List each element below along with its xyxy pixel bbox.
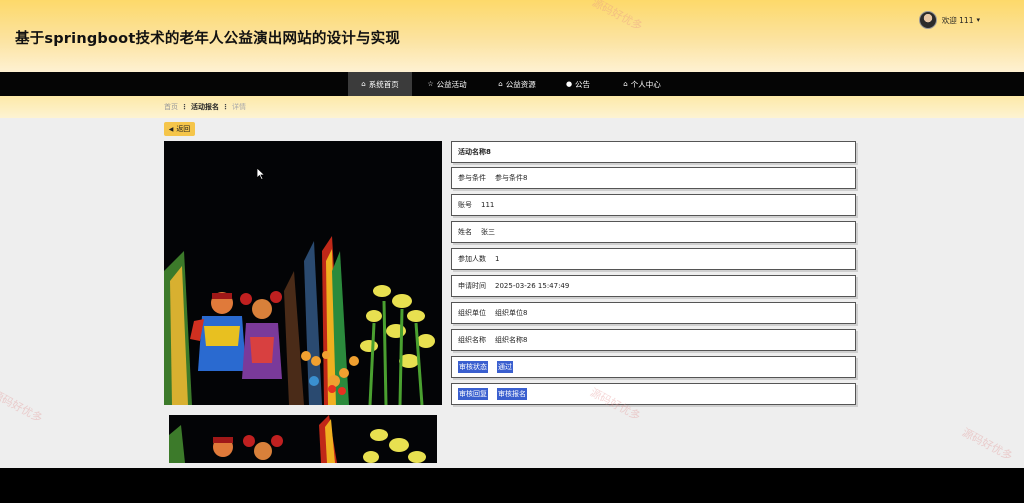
field-value: 审核报名 [497, 388, 527, 400]
field-row: 组织单位 组织单位8 [451, 302, 856, 324]
back-button-label: 返回 [176, 125, 191, 133]
nav-item-label: 公益活动 [436, 79, 467, 89]
field-row: 组织名称 组织名称8 [451, 329, 856, 351]
breadcrumb-current[interactable]: 活动报名 [191, 102, 219, 112]
breadcrumb-detail: 详情 [232, 103, 246, 111]
field-label: 审核回复 [458, 388, 488, 400]
activity-photo-secondary [169, 415, 437, 463]
field-row: 姓名 张三 [451, 221, 856, 243]
activity-name: 活动名称8 [458, 148, 491, 156]
field-label: 审核状态 [458, 361, 488, 373]
field-row: 参与条件 参与条件8 [451, 167, 856, 189]
breadcrumb-home[interactable]: 首页 [164, 102, 178, 112]
breadcrumb: 首页 ⋮ 活动报名 ⋮ 详情 [164, 102, 246, 112]
home-icon: ⌂ [361, 80, 366, 88]
user-menu[interactable]: 欢迎 111 ▾ [918, 11, 980, 29]
site-title: 基于springboot技术的老年人公益演出网站的设计与实现 [15, 31, 401, 47]
field-row: 审核状态 通过 [451, 356, 856, 378]
home-icon: ⌂ [623, 80, 628, 88]
nav-item-notice[interactable]: ● 公告 [552, 72, 604, 96]
field-row: 审核回复 审核报名 [451, 383, 856, 405]
breadcrumb-bar: 首页 ⋮ 活动报名 ⋮ 详情 [0, 96, 1024, 118]
breadcrumb-separator: ⋮ [222, 103, 229, 111]
field-value: 组织单位8 [495, 309, 528, 317]
home-icon: ⌂ [498, 80, 503, 88]
field-row: 申请时间 2025-03-26 15:47:49 [451, 275, 856, 297]
nav-item-label: 公告 [575, 79, 591, 89]
welcome-text[interactable]: 欢迎 111 [942, 15, 974, 26]
field-row: 参加人数 1 [451, 248, 856, 270]
field-value: 2025-03-26 15:47:49 [495, 282, 570, 290]
caret-left-icon: ◀ [168, 125, 174, 133]
chevron-down-icon[interactable]: ▾ [976, 16, 980, 24]
nav-item-home[interactable]: ⌂ 系统首页 [348, 72, 412, 96]
field-label: 申请时间 [458, 282, 486, 290]
site-header: 基于springboot技术的老年人公益演出网站的设计与实现 欢迎 111 ▾ [0, 0, 1024, 72]
info-icon: ● [565, 80, 573, 88]
field-value: 111 [481, 201, 495, 209]
field-label: 姓名 [458, 228, 472, 236]
field-value: 1 [495, 255, 500, 263]
breadcrumb-separator: ⋮ [181, 103, 188, 111]
lantern-scene-image [169, 415, 437, 463]
mouse-cursor-icon [257, 168, 265, 180]
watermark: 源码好优多 [0, 387, 45, 426]
avatar[interactable] [918, 11, 937, 29]
nav-item-label: 系统首页 [368, 79, 399, 89]
field-value: 组织名称8 [495, 336, 528, 344]
lantern-scene-image [164, 141, 442, 405]
activity-photo [164, 141, 442, 405]
field-value: 张三 [481, 228, 495, 236]
nav-item-profile[interactable]: ⌂ 个人中心 [604, 72, 680, 96]
field-row: 账号 111 [451, 194, 856, 216]
site-footer [0, 468, 1024, 503]
field-value: 参与条件8 [495, 174, 528, 182]
star-icon: ☆ [427, 80, 434, 88]
field-label: 组织名称 [458, 336, 486, 344]
activity-name-field: 活动名称8 [451, 141, 856, 163]
nav-item-label: 公益资源 [505, 79, 536, 89]
nav-item-activities[interactable]: ☆ 公益活动 [412, 72, 482, 96]
main-nav: ⌂ 系统首页 ☆ 公益活动 ⌂ 公益资源 ● 公告 ⌂ 个人中心 [0, 72, 1024, 96]
watermark: 源码好优多 [959, 425, 1015, 464]
back-button[interactable]: ◀ 返回 [164, 122, 195, 136]
field-label: 组织单位 [458, 309, 486, 317]
field-value: 通过 [497, 361, 513, 373]
nav-item-label: 个人中心 [630, 79, 661, 89]
nav-item-resources[interactable]: ⌂ 公益资源 [482, 72, 552, 96]
field-label: 参加人数 [458, 255, 486, 263]
field-label: 账号 [458, 201, 472, 209]
field-label: 参与条件 [458, 174, 486, 182]
